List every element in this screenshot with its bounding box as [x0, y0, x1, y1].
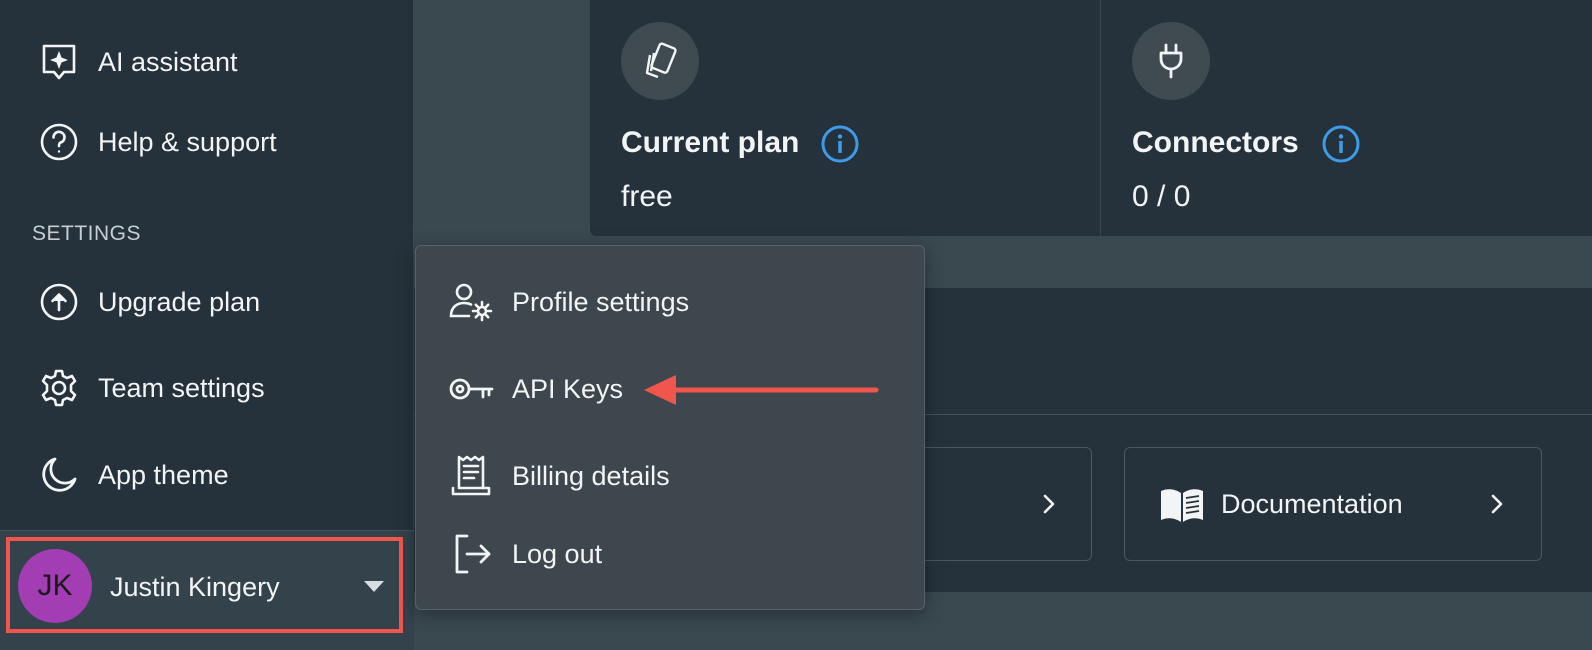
sidebar-item-help-support[interactable]: Help & support	[38, 120, 277, 164]
menu-item-profile-settings[interactable]: Profile settings	[446, 278, 689, 326]
sidebar-item-label: Team settings	[98, 372, 265, 403]
avatar[interactable]: JK	[18, 549, 92, 623]
stat-value: 0 / 0	[1132, 180, 1191, 213]
menu-item-label: Log out	[512, 538, 603, 569]
menu-item-billing-details[interactable]: Billing details	[446, 452, 670, 500]
chevron-down-icon[interactable]	[364, 581, 384, 592]
profile-settings-icon	[446, 279, 496, 325]
gear-icon	[38, 367, 80, 409]
settings-section-label: SETTINGS	[32, 222, 142, 245]
user-menu: Profile settings API Keys Billing detail…	[415, 245, 925, 610]
sidebar-item-app-theme[interactable]: App theme	[38, 453, 229, 497]
documentation-label: Documentation	[1221, 489, 1403, 519]
user-name[interactable]: Justin Kingery	[110, 572, 280, 603]
stat-card-current-plan: Current plan free	[590, 0, 1100, 236]
info-icon[interactable]	[820, 124, 860, 164]
menu-item-label: Profile settings	[512, 286, 690, 317]
sidebar-item-ai-assistant[interactable]: AI assistant	[38, 40, 238, 84]
sidebar-item-label: App theme	[98, 459, 229, 490]
ai-assistant-icon	[38, 41, 80, 83]
menu-item-api-keys[interactable]: API Keys	[446, 365, 623, 413]
moon-icon	[38, 454, 80, 496]
stat-title: Current plan	[621, 126, 800, 159]
receipt-icon	[446, 453, 496, 499]
book-icon	[1161, 489, 1203, 522]
documentation-link-card[interactable]: Documentation	[1124, 447, 1542, 561]
annotation-arrow-icon	[644, 375, 879, 405]
upgrade-icon	[38, 281, 80, 323]
sidebar-item-label: AI assistant	[98, 46, 238, 77]
stat-card-connectors: Connectors 0 / 0	[1101, 0, 1592, 236]
menu-item-label: Billing details	[512, 460, 670, 491]
sidebar-item-label: Help & support	[98, 126, 277, 157]
chevron-right-icon	[1043, 494, 1055, 514]
menu-item-label: API Keys	[512, 373, 624, 404]
sidebar-item-upgrade-plan[interactable]: Upgrade plan	[38, 280, 260, 324]
plug-icon	[1132, 22, 1210, 100]
cards-icon	[621, 22, 699, 100]
logout-icon	[446, 531, 496, 577]
help-icon	[38, 121, 80, 163]
chevron-right-icon	[1491, 494, 1503, 514]
sidebar-item-team-settings[interactable]: Team settings	[38, 366, 265, 410]
sidebar-item-label: Upgrade plan	[98, 286, 261, 317]
stat-title: Connectors	[1132, 126, 1299, 159]
menu-item-log-out[interactable]: Log out	[446, 530, 602, 578]
info-icon[interactable]	[1321, 124, 1361, 164]
key-icon	[446, 366, 496, 412]
stat-value: free	[621, 180, 673, 213]
